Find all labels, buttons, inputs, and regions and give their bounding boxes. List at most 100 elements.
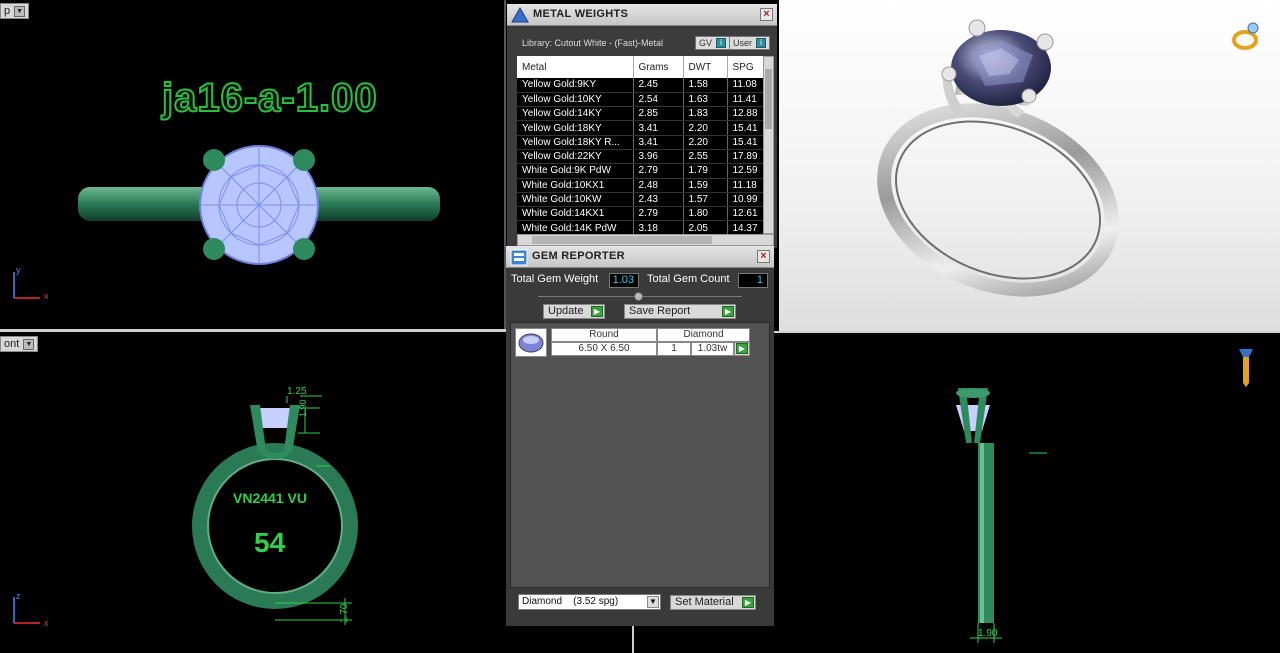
- gem-shape: Round: [551, 328, 657, 342]
- table-cell: 1.58: [683, 78, 728, 93]
- play-arrow-icon: ▶: [722, 306, 734, 317]
- table-cell: 12.88: [727, 106, 764, 122]
- play-arrow-icon: ▶: [736, 343, 748, 354]
- scroll-thumb[interactable]: [532, 236, 712, 244]
- table-cell: 2.20: [683, 135, 728, 150]
- table-row[interactable]: Yellow Gold:10KY 2.54 1.63 11.41: [517, 92, 764, 108]
- table-cell: 3.41: [633, 135, 684, 150]
- table-row[interactable]: Yellow Gold:9KY 2.45 1.58 11.08: [517, 78, 764, 93]
- dimension-top: 1.25: [287, 386, 307, 397]
- table-cell: 2.79: [633, 206, 684, 222]
- top-view-ring-drawing: x y: [13, 145, 440, 301]
- table-row[interactable]: White Gold:10KW 2.43 1.57 10.99: [517, 192, 764, 208]
- table-cell: 2.55: [683, 149, 728, 165]
- table-cell: White Gold:10KX1: [517, 178, 634, 193]
- set-material-button-label: Set Material: [675, 596, 734, 608]
- table-row[interactable]: Yellow Gold:18KY R... 3.41 2.20 15.41: [517, 135, 764, 150]
- metal-weights-panel[interactable]: METAL WEIGHTS × Library: Cutout White - …: [507, 4, 777, 248]
- render-settings-icon[interactable]: [1234, 343, 1258, 389]
- axis-z-label: z: [16, 591, 21, 601]
- play-arrow-icon: ▶: [742, 597, 754, 608]
- metal-weights-table[interactable]: Metal Grams DWT SPG Yellow Gold:9KY 2.45 1…: [517, 56, 764, 236]
- update-button[interactable]: Update ▶: [543, 304, 605, 319]
- axis-x-label: x: [44, 618, 49, 628]
- engraving-code: VN2441 VU: [233, 490, 307, 506]
- table-cell: 3.96: [633, 149, 684, 165]
- column-header-spg[interactable]: SPG: [727, 56, 764, 78]
- toggle-indicator-icon: i: [716, 38, 727, 48]
- update-button-label: Update: [548, 305, 584, 317]
- table-row[interactable]: Yellow Gold:22KY 3.96 2.55 17.89: [517, 149, 764, 165]
- scroll-thumb[interactable]: [765, 69, 772, 129]
- panel-title: METAL WEIGHTS: [533, 8, 629, 20]
- panel-title: GEM REPORTER: [532, 250, 625, 262]
- column-header-grams[interactable]: Grams: [633, 56, 684, 78]
- gv-toggle-label: GV: [699, 38, 713, 48]
- table-row[interactable]: White Gold:14KX1 2.79 1.80 12.61: [517, 206, 764, 222]
- user-toggle[interactable]: User i: [729, 36, 771, 50]
- close-icon[interactable]: ×: [760, 8, 773, 21]
- gem-reporter-titlebar[interactable]: GEM REPORTER ×: [506, 246, 774, 268]
- dimension-bottom: 1.70: [339, 603, 350, 623]
- axis-x-label: x: [44, 291, 49, 301]
- table-row[interactable]: White Gold:10KX1 2.48 1.59 11.18: [517, 178, 764, 193]
- table-cell: 2.85: [633, 106, 684, 122]
- perspective-viewport[interactable]: [779, 0, 1280, 331]
- axis-y-label: y: [16, 265, 21, 275]
- table-cell: 1.57: [683, 192, 728, 208]
- save-report-button-label: Save Report: [629, 305, 691, 317]
- table-cell: 11.08: [727, 78, 764, 93]
- perspective-ring-render: [877, 19, 1119, 297]
- table-cell: 2.79: [633, 163, 684, 179]
- viewport-divider[interactable]: [0, 329, 506, 332]
- play-arrow-icon: ▶: [591, 306, 603, 317]
- gem-reporter-icon: [510, 249, 528, 266]
- table-cell: 15.41: [727, 135, 764, 150]
- gem-list[interactable]: Round Diamond 6.50 X 6.50 1 1.03tw ▶: [510, 322, 770, 588]
- dimension-side: 1.90: [298, 399, 308, 417]
- table-row[interactable]: Yellow Gold:14KY 2.85 1.83 12.88: [517, 106, 764, 122]
- splitter-handle[interactable]: [634, 292, 643, 301]
- table-cell: Yellow Gold:14KY: [517, 106, 634, 122]
- table-cell: 11.18: [727, 178, 764, 193]
- table-cell: 1.83: [683, 106, 728, 122]
- axis-gizmo: [13, 272, 40, 299]
- gem-detail-button[interactable]: ▶: [734, 342, 750, 356]
- table-cell: 12.61: [727, 206, 764, 222]
- top-viewport[interactable]: p ▼ ja16-a-1.00 x y: [0, 0, 506, 329]
- table-cell: Yellow Gold:18KY: [517, 120, 634, 136]
- metal-weights-titlebar[interactable]: METAL WEIGHTS ×: [507, 4, 777, 26]
- material-select[interactable]: Diamond (3.52 spg) ▼: [518, 594, 661, 610]
- save-report-button[interactable]: Save Report ▶: [624, 304, 736, 319]
- table-cell: 12.59: [727, 163, 764, 179]
- column-header-dwt[interactable]: DWT: [683, 56, 728, 78]
- table-cell: 1.63: [683, 92, 728, 108]
- table-cell: 15.41: [727, 120, 764, 136]
- vertical-scrollbar[interactable]: [763, 56, 774, 234]
- chevron-down-icon[interactable]: ▼: [647, 596, 659, 608]
- table-row[interactable]: White Gold:9K PdW 2.79 1.79 12.59: [517, 163, 764, 179]
- gv-toggle[interactable]: GV i: [695, 36, 731, 50]
- table-cell: 2.20: [683, 120, 728, 136]
- table-cell: 11.41: [727, 92, 764, 108]
- gem-count: 1: [657, 342, 691, 356]
- column-header-metal[interactable]: Metal: [517, 56, 634, 78]
- ring-icon[interactable]: [1231, 20, 1263, 52]
- table-cell: 2.48: [633, 178, 684, 193]
- total-gem-weight-value: 1.03: [609, 273, 639, 288]
- total-gem-count-value: 1: [738, 273, 768, 288]
- table-cell: 1.79: [683, 163, 728, 179]
- set-material-button[interactable]: Set Material ▶: [670, 595, 756, 610]
- list-item[interactable]: Round Diamond 6.50 X 6.50 1 1.03tw ▶: [515, 328, 750, 358]
- user-toggle-label: User: [733, 38, 753, 48]
- close-icon[interactable]: ×: [757, 250, 770, 263]
- front-viewport[interactable]: ont ▼ x z 1.25 1.90 VN2441 VU 54 1.70: [0, 333, 506, 653]
- gem-material: Diamond: [657, 328, 750, 342]
- table-cell: 2.45: [633, 78, 684, 93]
- gem-carat: 1.03tw: [691, 342, 734, 356]
- horizontal-scrollbar[interactable]: [517, 234, 774, 246]
- table-row[interactable]: Yellow Gold:18KY 3.41 2.20 15.41: [517, 120, 764, 136]
- gem-reporter-panel[interactable]: GEM REPORTER × Total Gem Weight 1.03 Tot…: [506, 246, 774, 626]
- table-cell: 1.80: [683, 206, 728, 222]
- table-cell: 3.41: [633, 120, 684, 136]
